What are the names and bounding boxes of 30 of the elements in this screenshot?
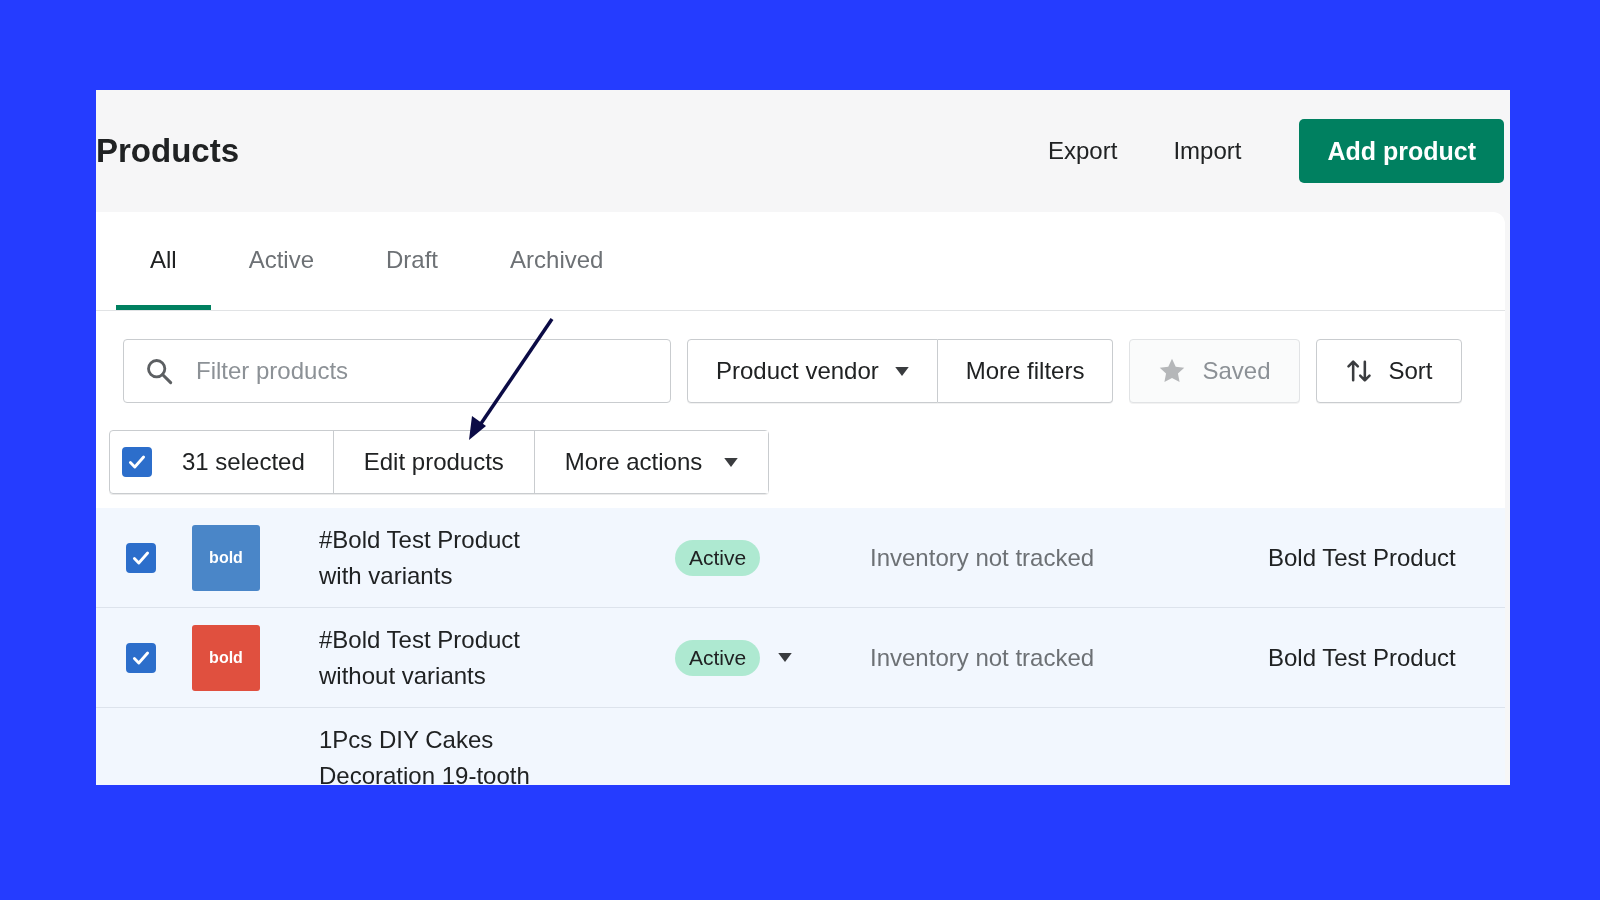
inventory-text: Inventory not tracked — [870, 543, 1095, 571]
selected-count: 31 selected — [182, 448, 305, 476]
caret-icon — [894, 366, 909, 376]
filter-button[interactable]: More filters — [937, 339, 1114, 403]
checkbox[interactable] — [126, 542, 156, 573]
vendor-text: Bold Test Product — [1268, 643, 1456, 671]
tab[interactable]: Archived — [476, 212, 638, 310]
vendor-text: Bold Test Product — [1268, 543, 1456, 571]
inventory-text: Inventory not tracked — [870, 643, 1095, 671]
sort-icon — [1344, 357, 1373, 385]
filter-field[interactable]: Filter products — [123, 339, 671, 403]
checkbox[interactable] — [126, 642, 156, 673]
product-name-link[interactable]: 1Pcs DIY Cakes Decoration 19-tooth — [319, 721, 559, 785]
product-name-link[interactable]: #Bold Test Product without variants — [319, 621, 559, 694]
product-thumbnail: bold — [192, 524, 260, 591]
checkbox[interactable] — [122, 447, 152, 477]
filter-button[interactable]: Sort — [1315, 339, 1462, 403]
tab[interactable]: Draft — [352, 212, 473, 310]
status-badge[interactable]: Active — [675, 639, 761, 676]
product-thumbnail: bold — [192, 624, 260, 691]
page-title: Products — [96, 132, 240, 170]
filter-button[interactable]: Product vendor — [687, 339, 938, 403]
status-badge[interactable]: Active — [675, 539, 761, 576]
tab[interactable]: Active — [214, 212, 349, 310]
header-action-button[interactable]: Export — [1024, 127, 1142, 175]
add-product-button[interactable]: Add product — [1299, 119, 1504, 183]
tab[interactable]: All — [116, 212, 211, 310]
product-name-link[interactable]: #Bold Test Product with variants — [319, 521, 559, 594]
caret-icon — [724, 457, 739, 467]
header-action-button[interactable]: Import — [1149, 127, 1266, 175]
